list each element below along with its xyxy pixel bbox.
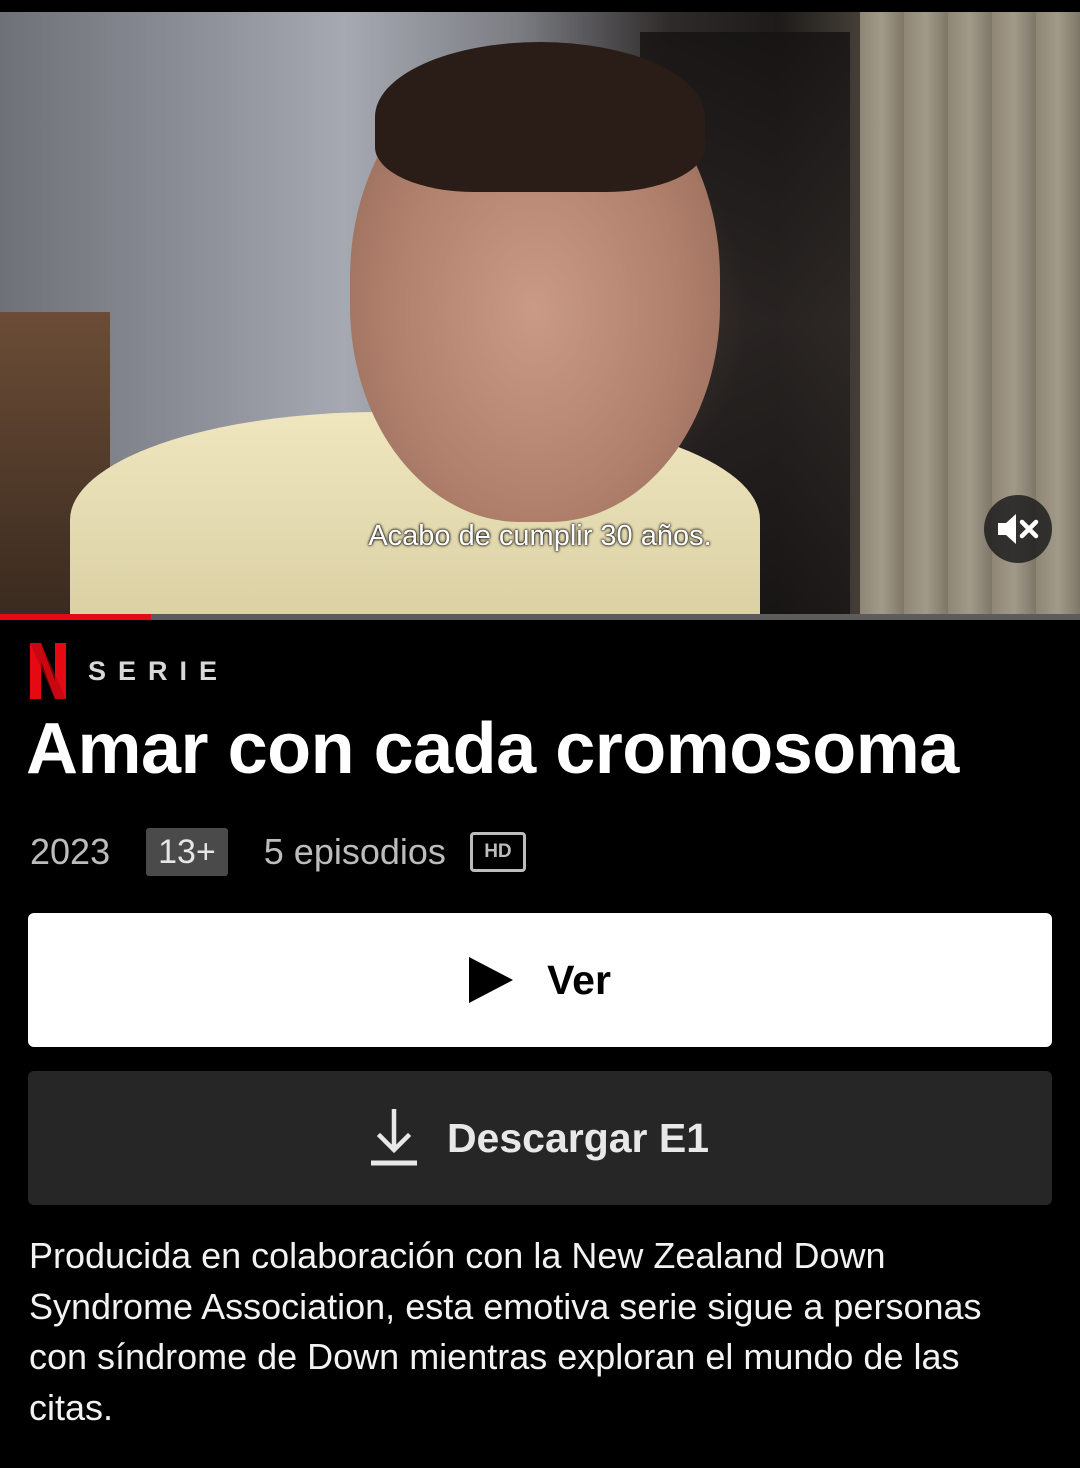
hd-badge: HD [469, 832, 526, 872]
playback-progress-bar[interactable] [0, 614, 1080, 620]
brand-row: SERIE [30, 642, 229, 700]
video-subtitle: Acabo de cumplir 30 años. [368, 520, 712, 552]
mute-button[interactable] [984, 495, 1052, 563]
maturity-rating-badge: 13+ [146, 828, 228, 876]
play-button-label: Ver [547, 956, 611, 1003]
release-year: 2023 [30, 831, 111, 872]
person-hair [375, 42, 705, 192]
video-preview[interactable]: Acabo de cumplir 30 años. [0, 12, 1080, 614]
play-icon [469, 957, 514, 1003]
play-button[interactable]: Ver [28, 913, 1052, 1047]
show-title: Amar con cada cromosoma [26, 709, 959, 789]
playback-progress-fill [0, 614, 152, 620]
volume-muted-icon [998, 514, 1039, 544]
download-icon [370, 1109, 417, 1167]
title-detail-page: Acabo de cumplir 30 años. SERIE Amar con… [0, 0, 1080, 1468]
content-type-label: SERIE [88, 655, 230, 686]
download-button-label: Descargar E1 [446, 1114, 710, 1161]
episode-count: 5 episodios [263, 831, 446, 872]
download-episode-button[interactable]: Descargar E1 [28, 1071, 1052, 1205]
netflix-logo [30, 643, 66, 699]
show-description: Producida en colaboración con la New Zea… [29, 1235, 982, 1428]
metadata-row: 2023 13+ 5 episodios HD [30, 826, 526, 878]
